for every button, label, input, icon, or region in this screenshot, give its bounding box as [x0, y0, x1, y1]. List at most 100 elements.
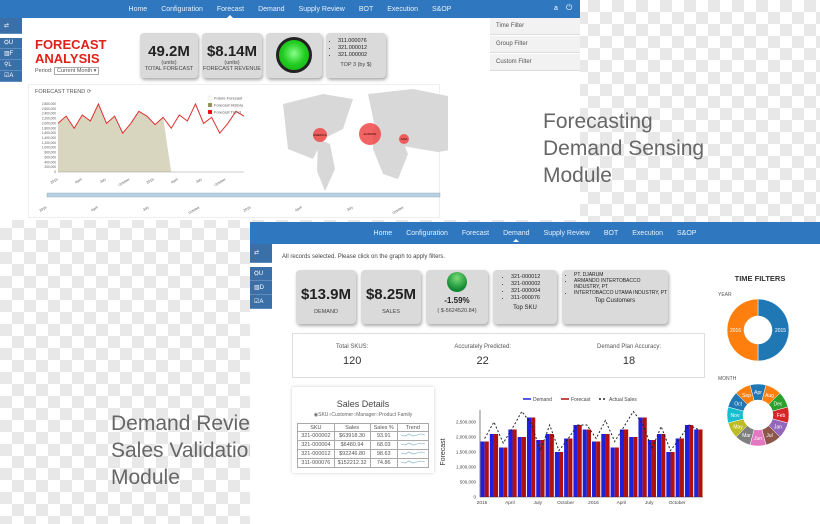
nav-s-op[interactable]: S&OP: [432, 6, 451, 13]
filter-group-filter[interactable]: Group Filter›: [490, 36, 580, 53]
forecast-bar[interactable]: [558, 452, 564, 497]
demand-bar[interactable]: [480, 441, 485, 498]
nav-forecast[interactable]: Forecast: [217, 6, 244, 13]
demand-bar[interactable]: [554, 452, 559, 497]
forecast-bar[interactable]: [484, 441, 489, 498]
nav-supply-review[interactable]: Supply Review: [544, 230, 590, 237]
demand-bar[interactable]: [508, 429, 513, 498]
demand-bar[interactable]: [657, 434, 662, 497]
forecast-bar[interactable]: [670, 452, 675, 497]
table-row[interactable]: 321-000004 $6480.94 68.03: [297, 440, 429, 450]
demand-bar[interactable]: [592, 441, 597, 498]
forecast-bar[interactable]: [521, 437, 526, 497]
y-tick-label: 0: [54, 170, 56, 174]
stat-item: Demand Plan Accuracy: 18: [597, 344, 661, 377]
demand-bar[interactable]: [638, 417, 643, 498]
demand-bar[interactable]: [526, 417, 532, 498]
kpi-top3[interactable]: 311.000076321.000012321.000002 TOP 3 (by …: [326, 33, 386, 78]
user-label[interactable]: a: [554, 5, 558, 12]
kpi-forecast-revenue[interactable]: $8.14M (units) FORECAST REVENUE: [202, 33, 262, 78]
filter-time-filter[interactable]: Time Filter›: [490, 18, 580, 35]
period-select[interactable]: Current Month ▾: [53, 67, 100, 75]
forecast-bar[interactable]: [549, 434, 554, 497]
sidebar-item-edit[interactable]: ☑A: [250, 295, 272, 309]
forecast-bar[interactable]: [512, 429, 517, 498]
forecast-bar[interactable]: [651, 440, 657, 497]
sidebar-toggle[interactable]: ⇄: [0, 18, 22, 34]
table-row[interactable]: 311-000076 $152212.32 74.86: [297, 458, 429, 468]
nav-demand[interactable]: Demand: [503, 230, 529, 237]
sidebar-item-chart[interactable]: ▥F: [0, 49, 22, 60]
kpi-status-light[interactable]: [266, 33, 322, 78]
demand-bar[interactable]: [666, 452, 671, 497]
demand-bar[interactable]: [564, 438, 569, 498]
period-value: Current Month: [56, 68, 93, 74]
nav-configuration[interactable]: Configuration: [406, 230, 448, 237]
range-navigator-scrollbar[interactable]: [46, 192, 441, 198]
forecast-bar[interactable]: [624, 429, 629, 498]
demand-bar[interactable]: [489, 434, 494, 497]
demand-bar[interactable]: [694, 429, 699, 498]
forecast-bar[interactable]: [689, 425, 694, 497]
y-tick-label: 1,600,000: [42, 131, 56, 135]
y-tick-label: 2,600,000: [42, 107, 56, 111]
forecast-bar[interactable]: [493, 434, 499, 497]
forecast-bar[interactable]: [531, 417, 536, 498]
kpi-value: 49.2M: [148, 43, 190, 60]
forecast-bar[interactable]: [698, 429, 703, 498]
forecast-bar[interactable]: [614, 447, 619, 498]
demand-forecast-chart[interactable]: 2,500,000 2,000,000 1,500,000 1,000,000 500,…: [435, 392, 705, 510]
forecast-bar[interactable]: [633, 437, 638, 497]
demand-bar[interactable]: [610, 447, 615, 498]
forecast-bar[interactable]: [596, 441, 601, 498]
kpi-top-sku[interactable]: 321-000012321-000002321-000004311-000076…: [493, 270, 557, 324]
kpi-variance[interactable]: -1.59% ( $-5624520.84): [426, 270, 488, 324]
demand-bar[interactable]: [499, 447, 504, 498]
demand-bar[interactable]: [619, 429, 625, 498]
demand-bar[interactable]: [573, 425, 578, 497]
forecast-bar[interactable]: [679, 438, 684, 498]
table-row[interactable]: 321-000002 $63918.30 93.91: [297, 431, 429, 441]
filter-custom-filter[interactable]: Custom Filter›: [490, 54, 580, 71]
forecast-bar[interactable]: [503, 447, 508, 498]
demand-bar[interactable]: [601, 434, 606, 497]
table-row[interactable]: 321-000012 $92246.80 98.63: [297, 449, 429, 459]
demand-bar[interactable]: [582, 429, 587, 498]
sidebar-item-edit[interactable]: ☑A: [0, 71, 22, 82]
nav-bot[interactable]: BOT: [359, 6, 373, 13]
kpi-total-forecast[interactable]: 49.2M (units) TOTAL FORECAST: [140, 33, 198, 78]
demand-bar[interactable]: [629, 437, 634, 497]
forecast-bar[interactable]: [577, 425, 582, 497]
nav-bot[interactable]: BOT: [604, 230, 618, 237]
month-donut-chart[interactable]: AprAug Dec Feb JanJul JunMar May Nov OctSep: [725, 382, 791, 448]
sidebar-item-chart[interactable]: ▥D: [250, 281, 272, 295]
nav-forecast[interactable]: Forecast: [462, 230, 489, 237]
demand-bar[interactable]: [545, 434, 550, 497]
kpi-top-customers[interactable]: PT. DJARUMARMANDO INTERTOBACCO INDUSTRY,…: [562, 270, 668, 324]
nav-home[interactable]: Home: [129, 6, 148, 13]
nav-supply-review[interactable]: Supply Review: [299, 6, 345, 13]
nav-configuration[interactable]: Configuration: [161, 6, 203, 13]
sidebar-item-users[interactable]: ⛭U: [250, 267, 272, 281]
demand-bar[interactable]: [684, 425, 690, 497]
demand-bar[interactable]: [517, 437, 522, 497]
sidebar-item-search[interactable]: ⚲L: [0, 60, 22, 71]
sidebar-item-users[interactable]: ⛭U: [0, 38, 22, 49]
forecast-trend-chart[interactable]: 2,800,0002,600,0002,400,0002,200,0002,00…: [28, 84, 448, 218]
year-donut-chart[interactable]: 2015 2016: [725, 297, 791, 363]
sidebar-toggle[interactable]: ⇄: [250, 244, 272, 263]
forecast-bar[interactable]: [661, 434, 666, 497]
kpi-demand[interactable]: $13.9M DEMAND: [296, 270, 356, 324]
forecast-bar[interactable]: [568, 438, 573, 498]
nav-execution[interactable]: Execution: [632, 230, 663, 237]
kpi-sales[interactable]: $8.25M SALES: [361, 270, 421, 324]
power-icon[interactable]: ⏻: [566, 3, 572, 13]
forecast-bar[interactable]: [605, 434, 610, 497]
forecast-bar[interactable]: [586, 429, 591, 498]
demand-bar[interactable]: [675, 438, 680, 498]
nav-home[interactable]: Home: [374, 230, 393, 237]
nav-demand[interactable]: Demand: [258, 6, 284, 13]
nav-s-op[interactable]: S&OP: [677, 230, 696, 237]
nav-execution[interactable]: Execution: [387, 6, 418, 13]
navigator-tick-label: October: [188, 205, 202, 215]
